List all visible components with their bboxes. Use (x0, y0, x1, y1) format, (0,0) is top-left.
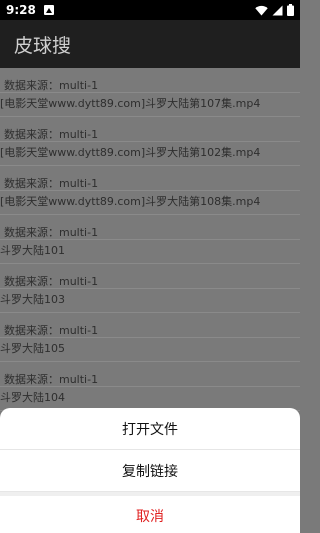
status-icons (255, 4, 294, 16)
open-file-button[interactable]: 打开文件 (0, 408, 300, 450)
action-sheet: 打开文件 复制链接 取消 (0, 408, 300, 533)
status-bar: 9:28 (0, 0, 300, 20)
signal-icon (272, 5, 283, 15)
wifi-icon (255, 5, 268, 15)
battery-icon (287, 4, 294, 16)
copy-link-button[interactable]: 复制链接 (0, 450, 300, 492)
cancel-button[interactable]: 取消 (0, 492, 300, 533)
status-time: 9:28 (6, 3, 36, 17)
notification-icon (43, 5, 54, 15)
